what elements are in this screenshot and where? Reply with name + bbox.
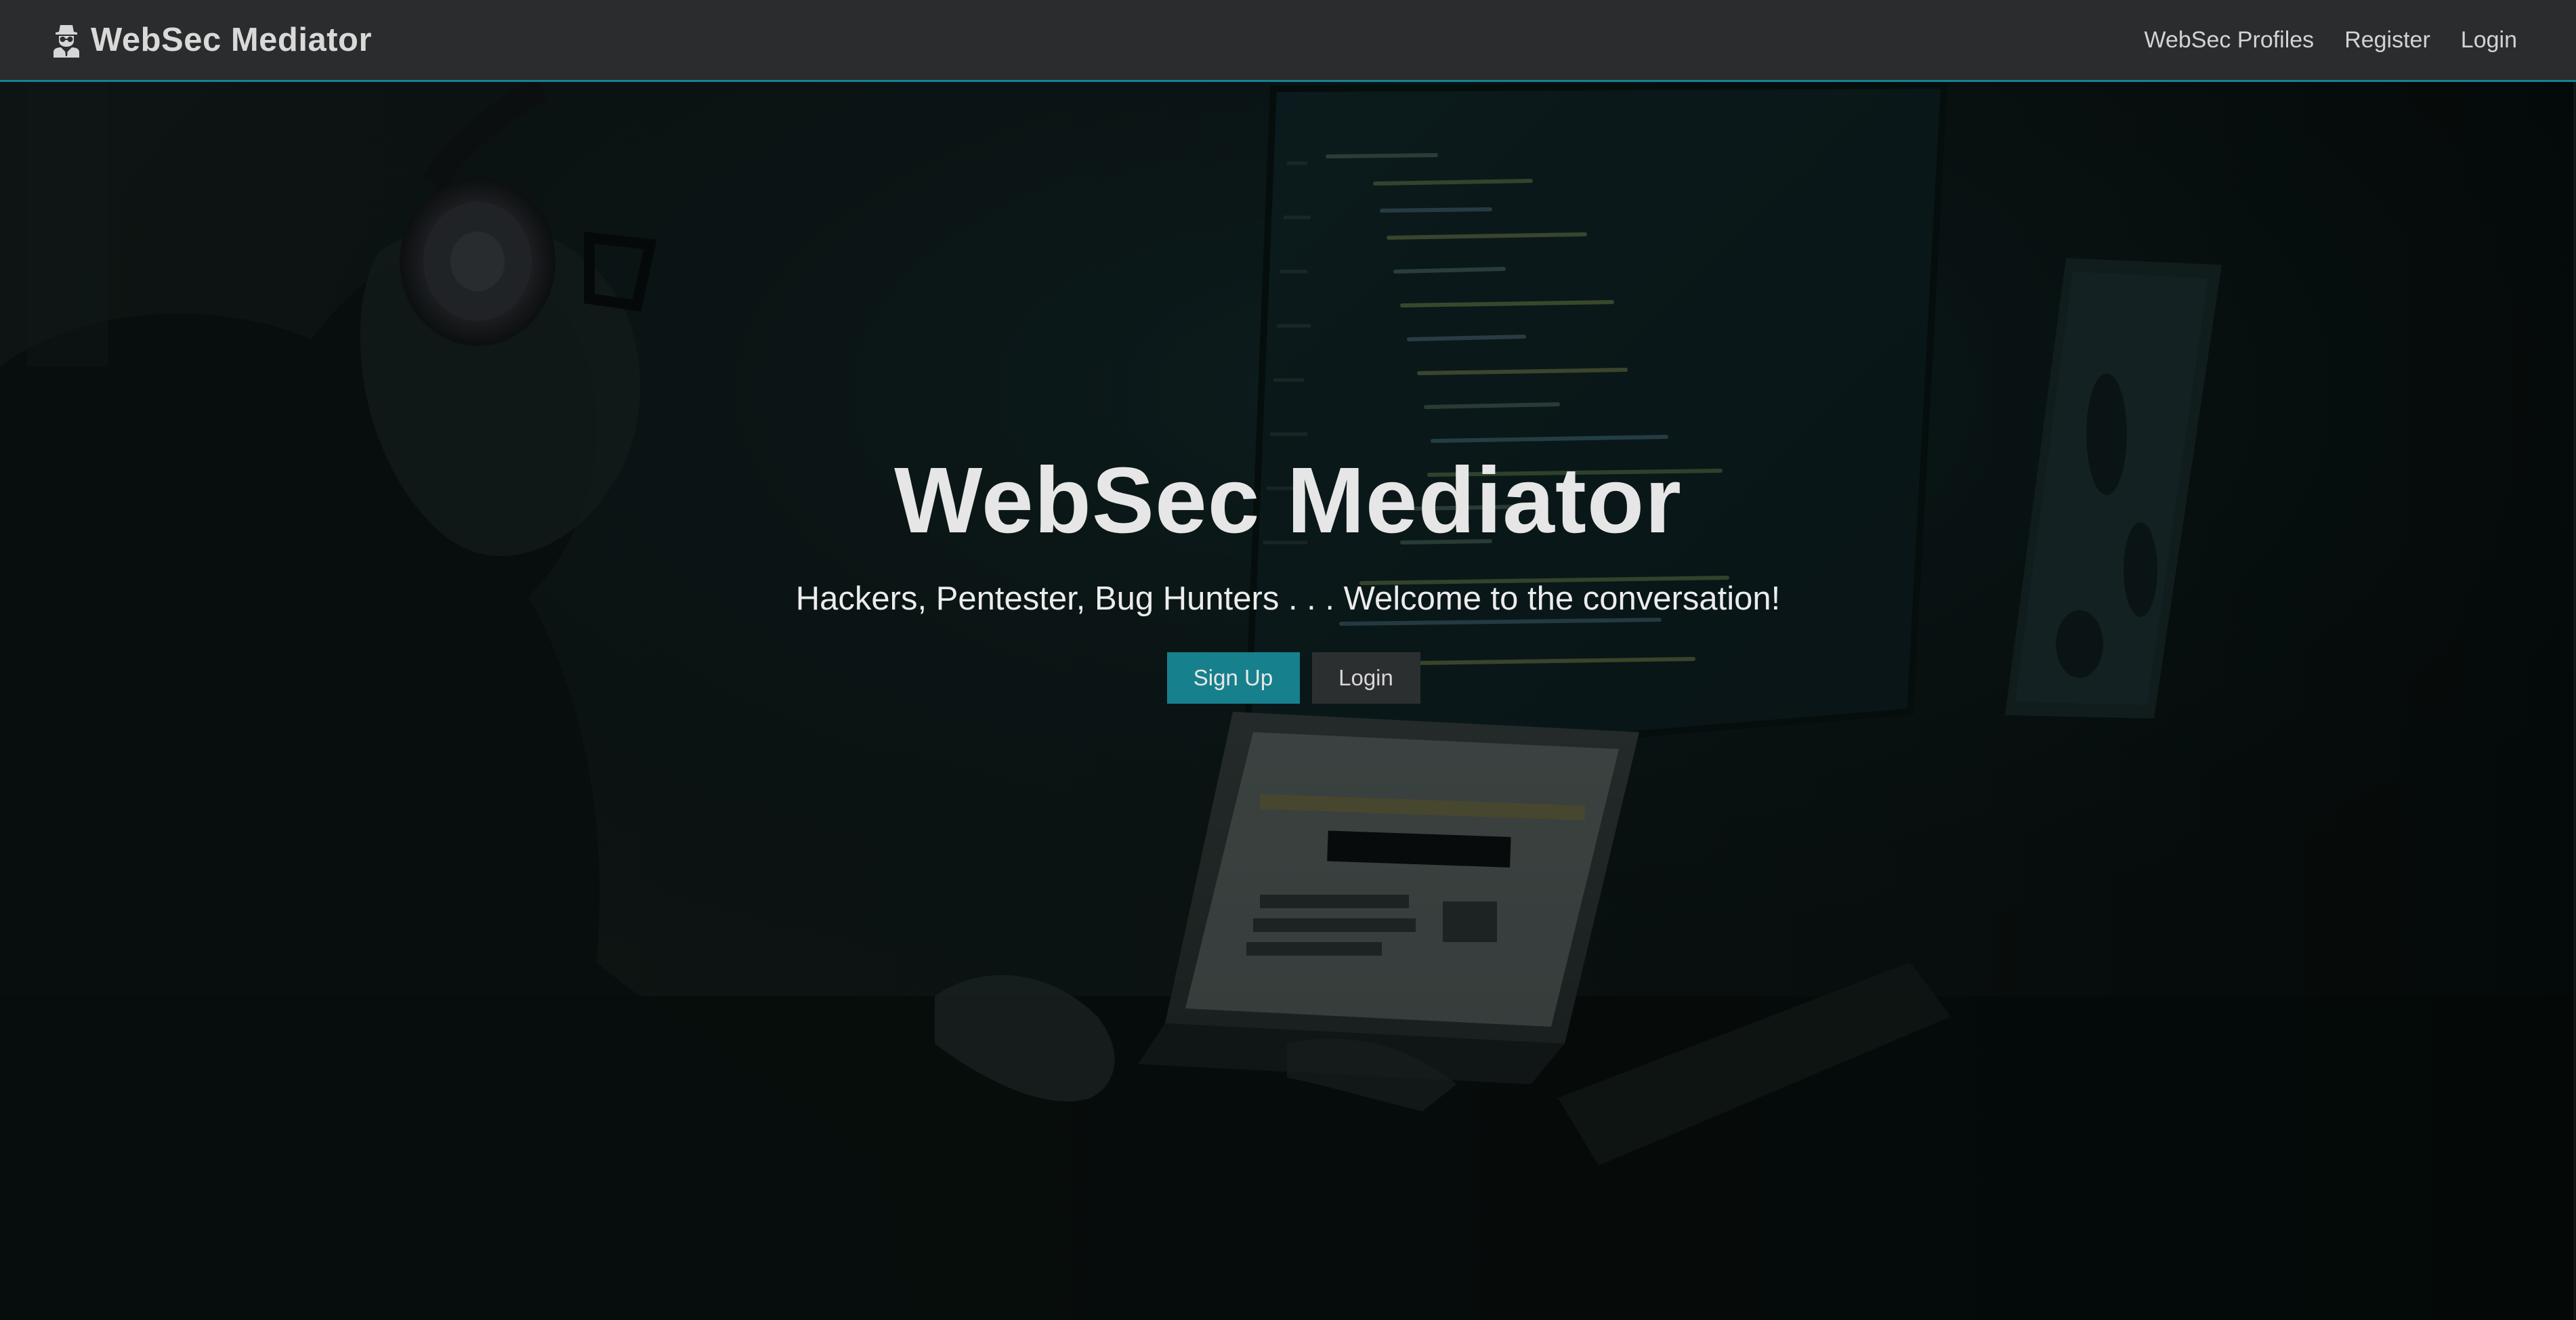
brand-link[interactable]: WebSec Mediator bbox=[51, 18, 372, 62]
brand-title: WebSec Mediator bbox=[91, 22, 373, 58]
nav-link-register[interactable]: Register bbox=[2344, 27, 2430, 54]
page: WebSec Mediator WebSec Profiles Register… bbox=[0, 0, 2576, 1320]
signup-button[interactable]: Sign Up bbox=[1166, 652, 1300, 704]
nav-link-login[interactable]: Login bbox=[2461, 27, 2517, 54]
hero-buttons: Sign Up Login bbox=[0, 652, 2576, 704]
hero-title: WebSec Mediator bbox=[894, 448, 1682, 553]
user-secret-icon bbox=[51, 22, 81, 58]
navbar: WebSec Mediator WebSec Profiles Register… bbox=[0, 0, 2576, 82]
login-button[interactable]: Login bbox=[1311, 652, 1420, 704]
nav-links: WebSec Profiles Register Login bbox=[2144, 0, 2517, 80]
nav-link-websec-profiles[interactable]: WebSec Profiles bbox=[2144, 27, 2314, 54]
hero-subtitle: Hackers, Pentester, Bug Hunters . . . We… bbox=[795, 580, 1781, 617]
